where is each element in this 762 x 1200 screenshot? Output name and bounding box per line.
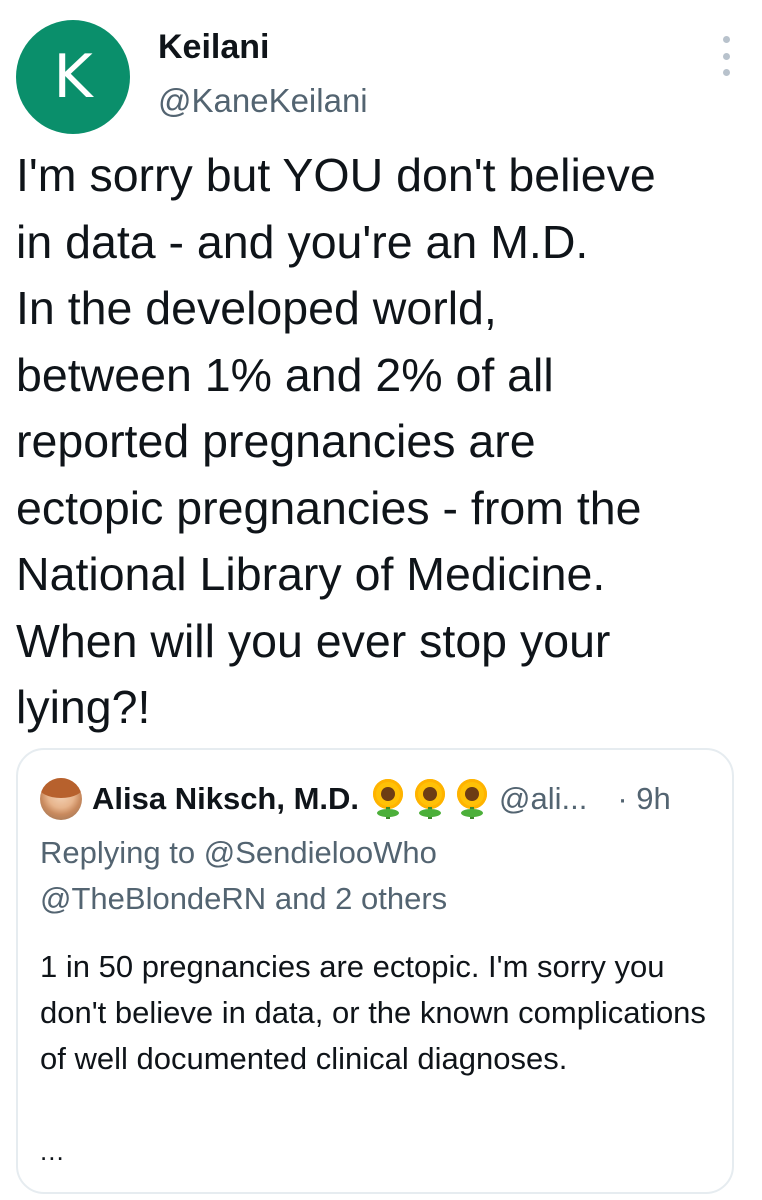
- quoted-timestamp[interactable]: · 9h: [617, 781, 670, 817]
- quoted-avatar[interactable]: [40, 778, 82, 820]
- dot: [722, 69, 730, 76]
- show-more-ellipsis[interactable]: ...: [40, 1136, 65, 1167]
- quoted-tweet-text: 1 in 50 pregnancies are ectopic. I'm sor…: [40, 949, 706, 1076]
- tweet-text: I'm sorry but YOU don't believe in data …: [16, 149, 656, 733]
- dot: [722, 52, 730, 60]
- mention-link[interactable]: @SendielooWho: [204, 835, 437, 870]
- quoted-tweet[interactable]: Alisa Niksch, M.D. @ali... · 9h Replying…: [16, 748, 734, 1194]
- sunflower-icon: [371, 779, 405, 819]
- sunflower-icon: [455, 779, 489, 819]
- display-name[interactable]: Keilani: [158, 28, 269, 67]
- replying-suffix[interactable]: and 2 others: [275, 881, 447, 916]
- dot: [722, 36, 730, 43]
- sunflower-icon: [413, 779, 447, 819]
- tweet: K Keilani @KaneKeilani I'm sorry but YOU…: [0, 0, 762, 1200]
- user-handle[interactable]: @KaneKeilani: [158, 82, 368, 120]
- quoted-tweet-header: Alisa Niksch, M.D. @ali... · 9h: [40, 778, 671, 820]
- replying-prefix: Replying to: [40, 835, 196, 870]
- avatar-letter: K: [53, 42, 93, 112]
- quoted-handle[interactable]: @ali...: [499, 781, 587, 817]
- replying-to: Replying to @SendielooWho @TheBlondeRN a…: [40, 830, 700, 922]
- mention-link[interactable]: @TheBlondeRN: [40, 881, 266, 916]
- avatar[interactable]: K: [16, 20, 130, 134]
- more-vertical-icon[interactable]: [716, 36, 736, 76]
- sunflower-emoji-group: [371, 779, 489, 819]
- quoted-display-name[interactable]: Alisa Niksch, M.D.: [92, 781, 359, 817]
